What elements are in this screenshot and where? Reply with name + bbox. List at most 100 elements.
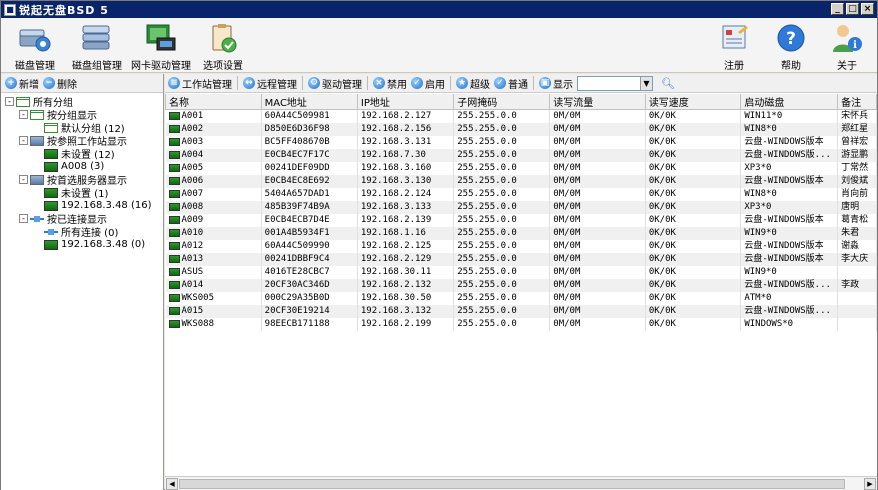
disk-group-icon: [79, 22, 115, 54]
table-row[interactable]: A002 D850E6D36F98 192.168.2.156 255.255.0.0…: [165, 123, 877, 136]
table-row[interactable]: A008 485B39F74B9A 192.168.3.133 255.255.0.0…: [165, 201, 877, 214]
collapse-icon[interactable]: -: [19, 110, 28, 119]
enable-label: 启用: [425, 79, 445, 91]
tree-node[interactable]: 未设置 (1): [5, 186, 163, 200]
table-cell: 云盘-WINDOWS版...: [740, 279, 839, 292]
collapse-icon[interactable]: -: [19, 214, 28, 223]
table-row[interactable]: A010 001A4B5934F1 192.168.1.16 255.255.0.0 0…: [165, 227, 877, 240]
help-button[interactable]: ? 帮助: [759, 22, 823, 72]
about-button[interactable]: i 关于: [815, 22, 878, 72]
table-cell: [837, 266, 877, 279]
chevron-down-icon[interactable]: ▼: [640, 76, 652, 90]
table-cell: 0M/0M: [549, 253, 646, 266]
column-header[interactable]: 读写流量: [549, 94, 646, 110]
group-icon: [44, 122, 58, 133]
monitor-icon: [168, 215, 180, 224]
table-cell: 0K/0K: [645, 305, 742, 318]
table-cell: 192.168.3.130: [357, 175, 455, 188]
table-row[interactable]: A003 BC5FF408670B 192.168.3.131 255.255.0.0…: [165, 136, 877, 149]
column-header[interactable]: IP地址: [356, 94, 455, 110]
table-cell: 0K/0K: [645, 123, 742, 136]
disk-management-button[interactable]: 磁盘管理: [3, 22, 67, 72]
table-row[interactable]: A014 20CF30AC346D 192.168.2.132 255.255.0.0…: [165, 279, 877, 292]
table-cell: 485B39F74B9A: [261, 201, 358, 214]
maximize-button[interactable]: □: [846, 3, 859, 15]
table-cell: 0K/0K: [645, 149, 742, 162]
table-cell: 192.168.2.139: [357, 214, 455, 227]
table-row[interactable]: A001 60A44C509981 192.168.2.127 255.255.0.0…: [165, 109, 877, 123]
table-row[interactable]: A004 E0CB4EC7F17C 192.168.7.30 255.255.0.0 0…: [165, 149, 877, 162]
table-cell: A003: [165, 136, 262, 149]
table-row[interactable]: A006 E0CB4EC8E692 192.168.3.130 255.255.0.0…: [165, 175, 877, 188]
super-button[interactable]: ★ 超级: [456, 76, 490, 91]
table-row[interactable]: A013 00241DBBF9C4 192.168.2.129 255.255.0.0…: [165, 253, 877, 266]
add-button[interactable]: + 新增: [5, 76, 39, 91]
tree-node[interactable]: 所有连接 (0): [5, 225, 163, 239]
scroll-left-arrow[interactable]: ◀: [166, 478, 178, 490]
remote-management-button[interactable]: ↔ 远程管理: [243, 76, 297, 91]
workstation-name: A001: [181, 111, 204, 121]
main-window: ■ 锐起无盘BSD 5 _ □ × 磁盘管理 磁盘组管理 网卡驱动管理 选项设置…: [0, 0, 878, 490]
table-cell: 255.255.0.0: [453, 188, 551, 201]
table-row[interactable]: A009 E0CB4ECB7D4E 192.168.2.139 255.255.0.0…: [165, 214, 877, 227]
tree-node[interactable]: 192.168.3.48 (0): [5, 238, 163, 251]
table-cell: 255.255.0.0: [453, 136, 551, 149]
workstation-management-button[interactable]: ≡ 工作站管理: [168, 76, 232, 91]
table-cell: 20CF30AC346D: [261, 279, 358, 292]
toolbar-label: 帮助: [781, 61, 801, 72]
column-header[interactable]: 子网掩码: [453, 94, 551, 110]
collapse-icon[interactable]: -: [5, 97, 14, 106]
table-cell: 0K/0K: [645, 162, 742, 175]
table-cell: 255.255.0.0: [453, 149, 551, 162]
table-body: A001 60A44C509981 192.168.2.127 255.255.0.0…: [165, 109, 877, 331]
table-row[interactable]: A007 5404A657DAD1 192.168.2.124 255.255.0.0…: [165, 188, 877, 201]
normal-label: 普通: [508, 79, 528, 91]
minimize-button[interactable]: _: [831, 3, 844, 15]
column-header[interactable]: 名称: [165, 94, 262, 110]
filter-combobox[interactable]: ▼: [577, 75, 653, 91]
normal-button[interactable]: ✓ 普通: [494, 76, 528, 91]
table-row[interactable]: WKS088 98EECB171188 192.168.2.199 255.255.0…: [165, 318, 877, 331]
workstation-name: A015: [181, 306, 204, 316]
disable-button[interactable]: × 禁用: [373, 76, 407, 91]
collapse-icon[interactable]: -: [19, 136, 28, 145]
column-header[interactable]: 读写速度: [644, 94, 742, 110]
table-cell: 0M/0M: [549, 149, 646, 162]
table-cell: 255.255.0.0: [453, 175, 551, 188]
table-header: 名称 MAC地址 IP地址 子网掩码 读写流量 读写速度 启动磁盘 备注: [165, 94, 877, 110]
table-row[interactable]: ASUS 4016TE28CBC7 192.168.30.11 255.255.0.0…: [165, 266, 877, 279]
toolbar-separator: [533, 76, 534, 90]
table-cell: 0K/0K: [645, 266, 742, 279]
table-cell: A001: [165, 109, 262, 123]
nic-driver-button[interactable]: 网卡驱动管理: [129, 22, 193, 72]
horizontal-scrollbar[interactable]: ◀ ▶: [165, 476, 877, 490]
plus-icon: +: [5, 77, 17, 89]
table-row[interactable]: A012 60A44C509990 192.168.2.125 255.255.0.0…: [165, 240, 877, 253]
table-row[interactable]: A005 00241DEF09DD 192.168.3.160 255.255.0.0…: [165, 162, 877, 175]
remote-label: 远程管理: [257, 79, 297, 91]
tree-node[interactable]: 未设置 (12): [5, 147, 163, 161]
title-bar: ■ 锐起无盘BSD 5 _ □ ×: [1, 1, 877, 18]
table-cell: A006: [165, 175, 262, 188]
table-cell: WKS005: [165, 292, 262, 305]
options-button[interactable]: 选项设置: [191, 22, 255, 72]
collapse-icon[interactable]: -: [19, 175, 28, 184]
monitor-icon: [44, 200, 58, 211]
search-icon[interactable]: 🔍︎: [661, 77, 675, 90]
driver-management-button[interactable]: ⚙ 驱动管理: [308, 76, 362, 91]
delete-button[interactable]: − 删除: [43, 76, 77, 91]
scroll-thumb[interactable]: [179, 479, 845, 489]
register-button[interactable]: 注册: [702, 22, 766, 72]
column-header[interactable]: 启动磁盘: [740, 94, 839, 110]
table-cell: 255.255.0.0: [453, 227, 551, 240]
scroll-right-arrow[interactable]: ▶: [864, 478, 876, 490]
column-header[interactable]: 备注: [837, 94, 877, 110]
disk-group-button[interactable]: 磁盘组管理: [65, 22, 129, 72]
display-icon: ▣: [539, 77, 551, 89]
column-header[interactable]: MAC地址: [260, 94, 358, 110]
table-row[interactable]: WKS005 000C29A35B0D 192.168.30.50 255.255.0…: [165, 292, 877, 305]
table-row[interactable]: A015 20CF30E19214 192.168.3.132 255.255.0.0…: [165, 305, 877, 318]
show-button[interactable]: ▣ 显示: [539, 76, 573, 91]
enable-button[interactable]: ✓ 启用: [411, 76, 445, 91]
close-button[interactable]: ×: [861, 3, 874, 15]
